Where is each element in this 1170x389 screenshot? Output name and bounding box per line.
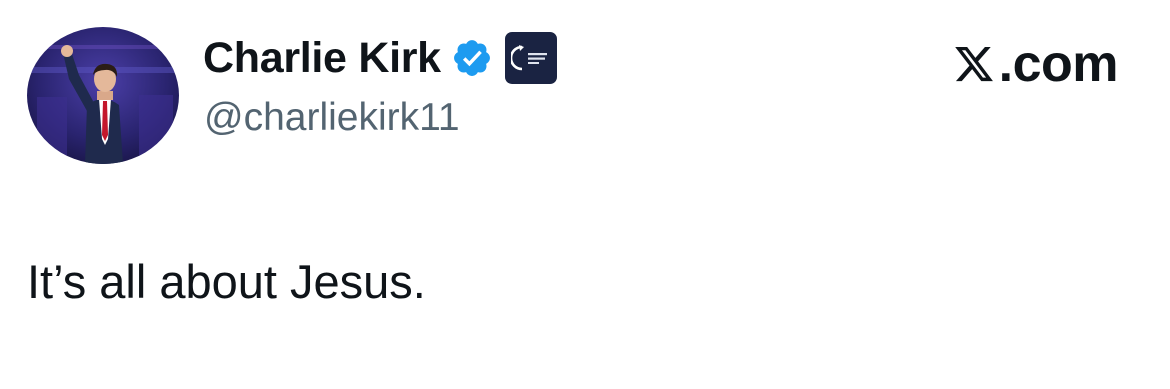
turning-point-usa-badge[interactable]: [504, 32, 557, 84]
author-name-row: Charlie Kirk: [203, 28, 557, 88]
verified-check-icon: [453, 40, 490, 76]
author-handle[interactable]: @charliekirk11: [204, 96, 460, 140]
x-domain-suffix: .com: [998, 35, 1119, 93]
tweet-text: It’s all about Jesus.: [27, 255, 426, 308]
turning-point-usa-logo: [510, 45, 547, 71]
x-logo[interactable]: .com: [952, 34, 1119, 94]
author-display-name[interactable]: Charlie Kirk: [203, 34, 441, 83]
profile-photo: [27, 27, 179, 164]
avatar[interactable]: [27, 27, 179, 164]
x-logo-icon: [954, 46, 993, 82]
